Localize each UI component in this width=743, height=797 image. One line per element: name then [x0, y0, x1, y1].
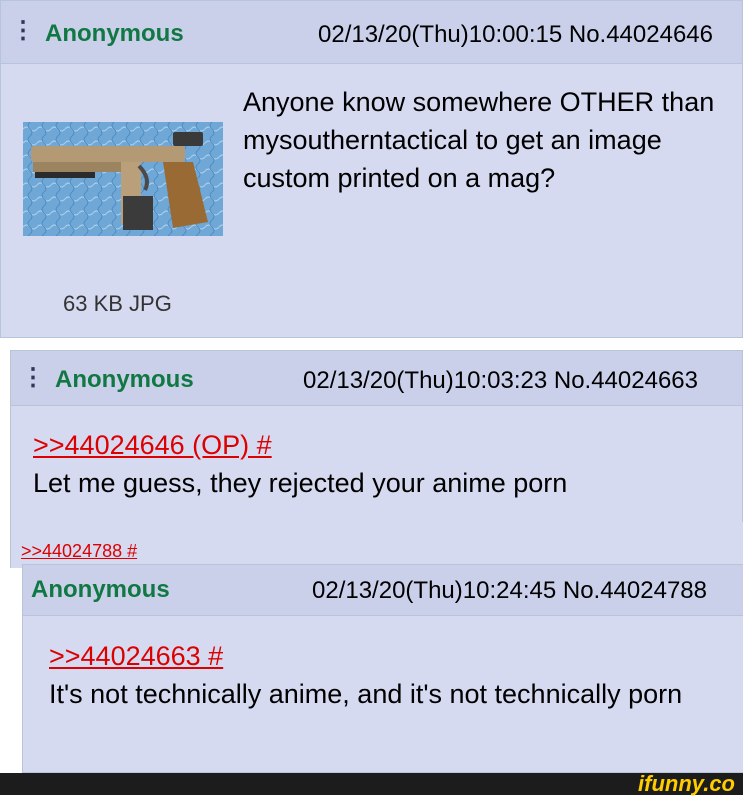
- quote-link[interactable]: >>44024646 (OP) #: [33, 430, 272, 460]
- post-body: Anyone know somewhere OTHER than mysouth…: [243, 87, 715, 193]
- poster-name: Anonymous: [55, 366, 194, 393]
- post-header: ⋮ Anonymous 02/13/20(Thu)10:00:15 No.440…: [1, 1, 742, 64]
- post-op: ⋮ Anonymous 02/13/20(Thu)10:00:15 No.440…: [0, 0, 743, 338]
- post-number[interactable]: No.44024788: [563, 577, 707, 604]
- post-number[interactable]: No.44024663: [554, 367, 698, 394]
- post-reply: ⋮ Anonymous 02/13/20(Thu)10:03:23 No.440…: [10, 350, 743, 526]
- backlink[interactable]: >>44024788 #: [21, 541, 137, 562]
- post-datetime: 02/13/20(Thu)10:00:15: [318, 21, 563, 48]
- post-menu-icon[interactable]: ⋮: [21, 366, 45, 390]
- post-datetime: 02/13/20(Thu)10:24:45: [312, 577, 557, 604]
- post-body: >>44024663 # It's not technically anime,…: [49, 637, 729, 713]
- post-number[interactable]: No.44024646: [569, 21, 713, 48]
- file-info[interactable]: 63 KB JPG: [63, 291, 172, 317]
- watermark-logo: ifunny.co: [638, 771, 735, 796]
- post-reply: Anonymous 02/13/20(Thu)10:24:45 No.44024…: [22, 564, 743, 773]
- poster-name: Anonymous: [31, 576, 170, 603]
- post-menu-icon[interactable]: ⋮: [11, 19, 35, 43]
- quote-link[interactable]: >>44024663 #: [49, 641, 223, 671]
- post-header: Anonymous 02/13/20(Thu)10:24:45 No.44024…: [23, 565, 743, 616]
- post-body: >>44024646 (OP) # Let me guess, they rej…: [33, 426, 733, 502]
- post-text: Let me guess, they rejected your anime p…: [33, 468, 568, 498]
- post-text: It's not technically anime, and it's not…: [49, 679, 683, 709]
- post-header: ⋮ Anonymous 02/13/20(Thu)10:03:23 No.440…: [11, 351, 742, 406]
- watermark-bar: ifunny.co: [0, 771, 743, 796]
- post-meta: 02/13/20(Thu)10:03:23 No.44024663: [303, 367, 698, 395]
- post-meta: 02/13/20(Thu)10:00:15 No.44024646: [318, 21, 713, 49]
- poster-name: Anonymous: [45, 20, 184, 47]
- post-datetime: 02/13/20(Thu)10:03:23: [303, 367, 548, 394]
- image-thumbnail[interactable]: [23, 122, 223, 236]
- post-meta: 02/13/20(Thu)10:24:45 No.44024788: [312, 577, 707, 605]
